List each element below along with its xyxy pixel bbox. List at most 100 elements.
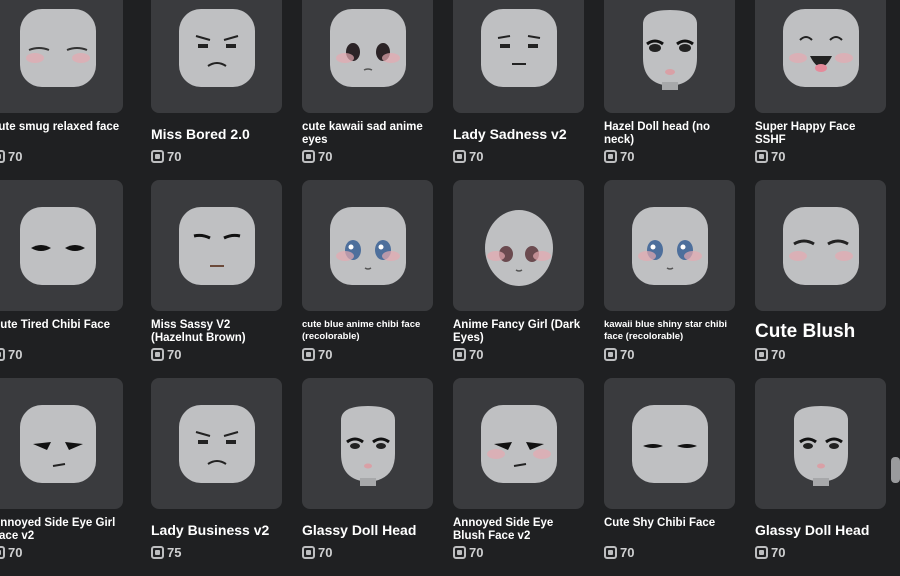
robux-icon [604,348,617,361]
item-name[interactable]: Miss Bored 2.0 [151,121,282,147]
catalog-item-card[interactable]: Glassy Doll Head 70 [302,378,433,576]
robux-icon [755,150,768,163]
item-name[interactable]: Lady Sadness v2 [453,121,584,147]
item-thumbnail[interactable] [604,180,735,311]
robux-icon [151,546,164,559]
price-value: 70 [167,149,182,164]
face-preview-image [478,204,560,288]
catalog-item-card[interactable]: Cute Blush 70 [755,180,886,378]
price-value: 70 [620,149,635,164]
scrollbar-thumb[interactable] [891,457,900,483]
item-thumbnail[interactable] [302,0,433,113]
catalog-item-card[interactable]: Annoyed Side Eye Girl Face v2 70 [0,378,131,576]
item-thumbnail[interactable] [755,378,886,509]
face-preview-image [17,204,99,288]
price-value: 70 [469,545,484,560]
item-name[interactable]: Glassy Doll Head [302,517,433,543]
catalog-item-card[interactable]: Lady Sadness v2 70 [453,0,584,180]
item-thumbnail[interactable] [755,180,886,311]
item-name[interactable]: kawaii blue shiny star chibi face (recol… [604,319,735,345]
catalog-item-card[interactable]: cute blue anime chibi face (recolorable)… [302,180,433,378]
item-price: 70 [604,149,735,164]
robux-icon [453,150,466,163]
robux-icon [755,348,768,361]
item-thumbnail[interactable] [755,0,886,113]
item-name[interactable]: Cute Tired Chibi Face [0,319,131,345]
item-name[interactable]: Super Happy Face SSHF [755,121,886,147]
item-price: 70 [302,545,433,560]
robux-icon [604,150,617,163]
item-name[interactable]: Cute Blush [755,319,886,345]
item-thumbnail[interactable] [0,180,123,311]
item-thumbnail[interactable] [0,0,123,113]
item-price: 70 [302,347,433,362]
item-thumbnail[interactable] [453,180,584,311]
item-price: 70 [0,347,131,362]
robux-icon [302,546,315,559]
catalog-item-card[interactable]: Lady Business v2 75 [151,378,282,576]
face-preview-image [629,402,711,486]
catalog-item-card[interactable]: Anime Fancy Girl (Dark Eyes) 70 [453,180,584,378]
item-price: 70 [151,149,282,164]
item-name[interactable]: cute smug relaxed face [0,121,131,147]
price-value: 70 [620,347,635,362]
item-name[interactable]: Glassy Doll Head [755,517,886,543]
item-name[interactable]: cute blue anime chibi face (recolorable) [302,319,433,345]
face-preview-image [780,6,862,90]
item-thumbnail[interactable] [0,378,123,509]
item-name[interactable]: Anime Fancy Girl (Dark Eyes) [453,319,584,345]
item-thumbnail[interactable] [151,0,282,113]
catalog-item-card[interactable]: Cute Shy Chibi Face 70 [604,378,735,576]
catalog-item-card[interactable]: Hazel Doll head (no neck) 70 [604,0,735,180]
face-preview-image [780,204,862,288]
catalog-item-card[interactable]: kawaii blue shiny star chibi face (recol… [604,180,735,378]
face-preview-image [478,6,560,90]
price-value: 70 [8,149,23,164]
catalog-item-card[interactable]: cute smug relaxed face 70 [0,0,131,180]
item-price: 70 [755,545,886,560]
item-name[interactable]: Miss Sassy V2 (Hazelnut Brown) [151,319,282,345]
price-value: 70 [318,347,333,362]
catalog-item-card[interactable]: Glassy Doll Head 70 [755,378,886,576]
item-thumbnail[interactable] [604,378,735,509]
price-value: 70 [8,347,23,362]
item-thumbnail[interactable] [151,180,282,311]
face-preview-image [327,402,409,486]
catalog-item-card[interactable]: Miss Sassy V2 (Hazelnut Brown) 70 [151,180,282,378]
price-value: 70 [620,545,635,560]
face-preview-image [176,6,258,90]
item-thumbnail[interactable] [453,378,584,509]
robux-icon [0,546,5,559]
price-value: 70 [318,149,333,164]
item-name[interactable]: cute kawaii sad anime eyes [302,121,433,147]
item-thumbnail[interactable] [151,378,282,509]
item-price: 75 [151,545,282,560]
robux-icon [453,348,466,361]
item-name[interactable]: Annoyed Side Eye Girl Face v2 [0,517,131,543]
item-thumbnail[interactable] [453,0,584,113]
item-price: 70 [453,347,584,362]
item-name[interactable]: Cute Shy Chibi Face [604,517,735,543]
item-name[interactable]: Annoyed Side Eye Blush Face v2 [453,517,584,543]
face-preview-image [327,204,409,288]
face-preview-image [176,204,258,288]
catalog-item-card[interactable]: Cute Tired Chibi Face 70 [0,180,131,378]
price-value: 70 [771,149,786,164]
item-thumbnail[interactable] [302,378,433,509]
face-preview-image [176,402,258,486]
price-value: 70 [469,347,484,362]
item-price: 70 [453,545,584,560]
catalog-item-card[interactable]: Super Happy Face SSHF 70 [755,0,886,180]
catalog-item-card[interactable]: cute kawaii sad anime eyes 70 [302,0,433,180]
item-name[interactable]: Lady Business v2 [151,517,282,543]
scrollbar[interactable] [890,0,900,550]
face-preview-image [780,402,862,486]
item-thumbnail[interactable] [302,180,433,311]
face-preview-image [327,6,409,90]
item-thumbnail[interactable] [604,0,735,113]
price-value: 75 [167,545,182,560]
item-name[interactable]: Hazel Doll head (no neck) [604,121,735,147]
catalog-item-card[interactable]: Miss Bored 2.0 70 [151,0,282,180]
catalog-item-card[interactable]: Annoyed Side Eye Blush Face v2 70 [453,378,584,576]
robux-icon [755,546,768,559]
